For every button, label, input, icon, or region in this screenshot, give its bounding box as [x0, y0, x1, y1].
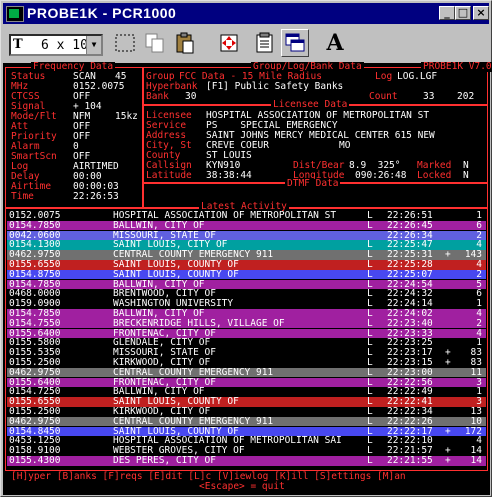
- activity-flag: L: [367, 219, 373, 231]
- close-button[interactable]: ×: [473, 6, 489, 20]
- footer: [H]yper [B]anks [F]reqs [E]dit [L]c [V]i…: [3, 471, 490, 495]
- copy-icon: [145, 33, 164, 53]
- activity-time: 22:25:07: [387, 268, 433, 280]
- activity-freq: 0154.7850: [9, 219, 61, 231]
- window-title: PROBE1K - PCR1000: [27, 5, 177, 21]
- count-label: Count: [369, 91, 398, 102]
- licensee-data-title: Licensee Data: [271, 99, 350, 110]
- mark-icon: [115, 34, 135, 52]
- activity-count: 10: [470, 415, 482, 427]
- properties-icon: [256, 32, 273, 53]
- properties-button[interactable]: [251, 29, 279, 57]
- state-value: MO: [339, 140, 351, 151]
- activity-flag: L: [367, 317, 373, 329]
- activity-name: CENTRAL COUNTY EMERGENCY 911: [113, 366, 274, 378]
- bank-value: 30: [185, 91, 197, 102]
- log-label: Log: [375, 71, 393, 82]
- activity-freq: 0154.8750: [9, 268, 61, 280]
- activity-plus: +: [445, 357, 451, 368]
- activity-count: 2: [476, 268, 482, 280]
- freq-field-label: Time: [11, 191, 34, 202]
- activity-time: 22:23:40: [387, 317, 433, 329]
- mark-button[interactable]: [111, 29, 139, 57]
- activity-name: SAINT LOUIS, COUNTY OF: [113, 268, 239, 280]
- toolbar: T 6 x 10 ▼ A: [3, 25, 489, 63]
- app-icon[interactable]: [6, 6, 24, 22]
- background-button[interactable]: [281, 29, 309, 57]
- activity-plus: +: [445, 425, 451, 437]
- activity-row[interactable]: 0154.7550 BRECKENRIDGE HILLS, VILLAGE OF L…: [7, 319, 486, 329]
- activity-time: 22:23:00: [387, 366, 433, 378]
- truetype-icon: T: [13, 37, 23, 52]
- paste-button[interactable]: [171, 29, 199, 57]
- font-button[interactable]: A: [321, 29, 349, 57]
- activity-flag: L: [367, 415, 373, 427]
- dtmf-data-title: DTMF Data: [285, 178, 341, 189]
- activity-name: DES PERES, CITY OF: [113, 455, 216, 466]
- freq-field-extra: 15kz: [115, 111, 138, 122]
- activity-freq: 0462.9750: [9, 415, 61, 427]
- fullscreen-icon: [220, 34, 238, 52]
- copy-button[interactable]: [141, 29, 169, 57]
- activity-count: 14: [470, 455, 482, 466]
- locked-value: N: [463, 170, 469, 181]
- activity-row[interactable]: 0462.9750 CENTRAL COUNTY EMERGENCY 911 L 22…: [7, 417, 486, 427]
- freq-field-value: 22:26:53: [73, 191, 119, 202]
- windows-icon: [285, 33, 305, 52]
- activity-time: 22:26:45: [387, 219, 433, 231]
- activity-freq: 0462.9750: [9, 366, 61, 378]
- font-size-select[interactable]: T 6 x 10 ▼: [9, 34, 103, 56]
- activity-time: 22:22:26: [387, 415, 433, 427]
- font-icon: A: [326, 30, 344, 56]
- activity-name: BALLWIN, CITY OF: [113, 219, 205, 231]
- latitude-value: 38:38:44: [206, 170, 252, 181]
- chevron-down-icon[interactable]: ▼: [86, 36, 101, 54]
- latitude-label: Latitude: [146, 170, 192, 181]
- activity-row[interactable]: 0154.8750 SAINT LOUIS, COUNTY OF L 22:25:07…: [7, 270, 486, 280]
- activity-flag: L: [367, 366, 373, 378]
- activity-time: 22:21:55: [387, 455, 433, 466]
- activity-row[interactable]: 0462.9750 CENTRAL COUNTY EMERGENCY 911 L 22…: [7, 368, 486, 378]
- activity-count: 2: [476, 317, 482, 329]
- activity-plus: +: [445, 249, 451, 261]
- locked-label: Locked: [417, 170, 452, 181]
- activity-count: 11: [470, 366, 482, 378]
- activity-freq: 0155.4300: [9, 455, 61, 466]
- title-bar[interactable]: PROBE1K - PCR1000 _ □ ×: [3, 3, 489, 24]
- activity-count: 6: [476, 219, 482, 231]
- activity-freq: 0154.7550: [9, 317, 61, 329]
- log-value: LOG.LGF: [397, 71, 438, 82]
- font-size-value: 6 x 10: [41, 38, 88, 53]
- count-total: 202: [457, 91, 475, 102]
- escape-hint: <Escape> = quit: [199, 481, 285, 492]
- activity-flag: L: [367, 455, 373, 466]
- fullscreen-button[interactable]: [215, 29, 243, 57]
- maximize-button[interactable]: □: [455, 6, 471, 20]
- hyperbank-value: [F1] Public Safety Banks: [206, 81, 344, 92]
- minimize-button[interactable]: _: [439, 6, 455, 20]
- longitude-value: 090:26:48: [355, 170, 407, 181]
- activity-name: BRECKENRIDGE HILLS, VILLAGE OF: [113, 317, 285, 329]
- bank-label: Bank: [146, 91, 169, 102]
- scanner-console: Frequency Data Status SCAN 45 MHz 0152.0075 C…: [3, 62, 492, 495]
- count-value: 33: [423, 91, 435, 102]
- activity-name: CENTRAL COUNTY EMERGENCY 911: [113, 415, 274, 427]
- activity-row[interactable]: 0154.7850 BALLWIN, CITY OF L 22:26:45 6: [7, 221, 486, 231]
- activity-plus: +: [445, 455, 451, 466]
- activity-row[interactable]: 0155.4300 DES PERES, CITY OF L 22:21:55 +14: [7, 456, 486, 466]
- activity-flag: L: [367, 268, 373, 280]
- app-window: PROBE1K - PCR1000 _ □ × T 6 x 10 ▼ A Fre…: [0, 0, 492, 497]
- paste-icon: [176, 32, 194, 54]
